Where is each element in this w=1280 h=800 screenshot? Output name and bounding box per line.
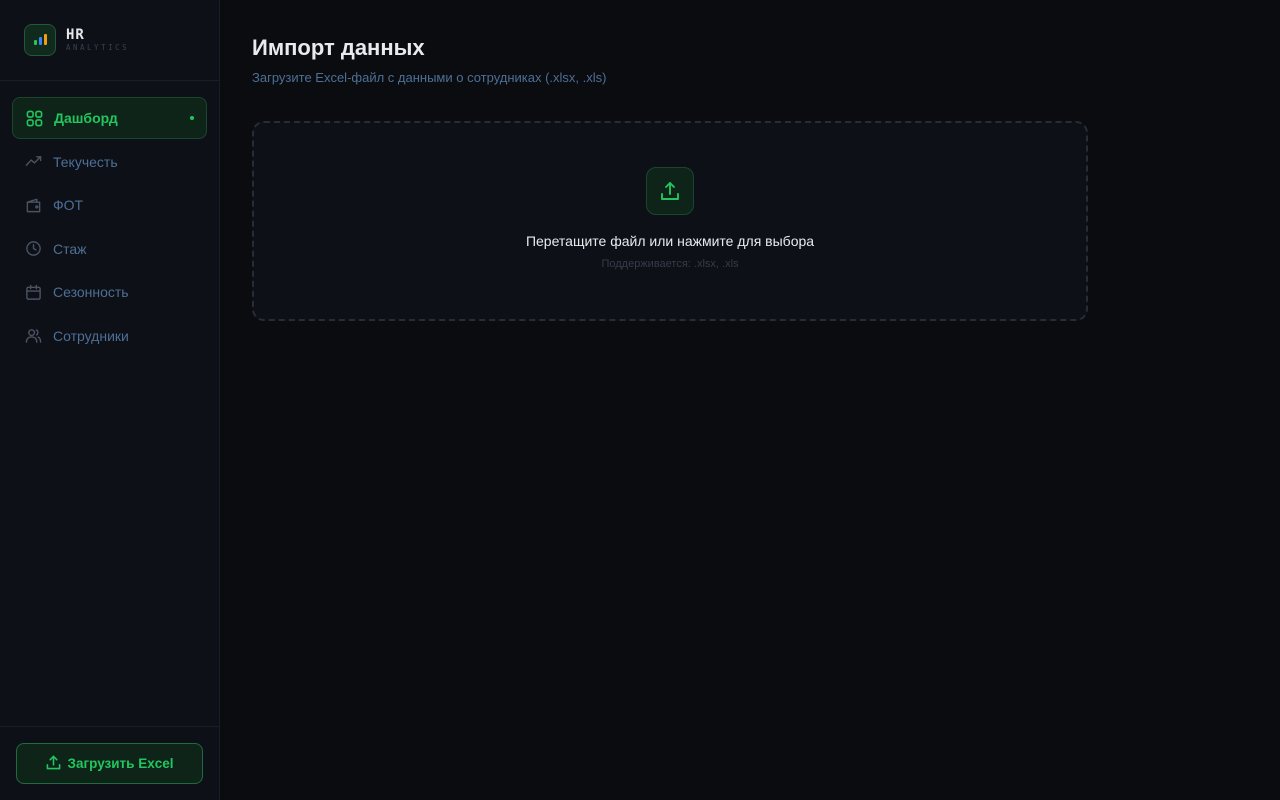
active-indicator bbox=[190, 116, 194, 120]
clock-icon bbox=[24, 240, 42, 258]
upload-excel-button[interactable]: Загрузить Excel bbox=[16, 743, 203, 784]
upload-excel-label: Загрузить Excel bbox=[67, 756, 174, 771]
brand-title: HR bbox=[66, 27, 85, 43]
sidebar-item-label: Стаж bbox=[53, 240, 87, 257]
sidebar-item-label: ФОТ bbox=[53, 197, 84, 213]
grid-icon bbox=[25, 109, 43, 127]
sidebar-item-dashboard[interactable]: Дашборд bbox=[12, 97, 207, 139]
wallet-icon bbox=[24, 196, 42, 214]
sidebar-item-label: Сотрудники bbox=[53, 327, 129, 344]
sidebar-item-label: Текучесть bbox=[53, 153, 118, 170]
sidebar-nav: Дашборд Текучесть ФОТ Стаж Сезонность Со… bbox=[0, 81, 219, 357]
sidebar-footer: Загрузить Excel bbox=[0, 726, 219, 800]
sidebar-item-turnover[interactable]: Текучесть bbox=[12, 141, 207, 183]
dropzone-hint: Поддерживается: .xlsx, .xls bbox=[601, 258, 739, 270]
page-subtitle: Загрузите Excel-файл с данными о сотрудн… bbox=[252, 70, 607, 85]
page-title: Импорт данных bbox=[252, 35, 425, 60]
sidebar-item-label: Дашборд bbox=[54, 110, 118, 126]
main-content: Импорт данных Загрузите Excel-файл с дан… bbox=[252, 34, 607, 85]
sidebar-item-payroll[interactable]: ФОТ bbox=[12, 184, 207, 226]
sidebar: HR ANALYTICS Дашборд Текучесть ФОТ Стаж … bbox=[0, 0, 220, 800]
brand: HR ANALYTICS bbox=[0, 0, 219, 81]
chart-bars-icon bbox=[24, 24, 56, 56]
trending-icon bbox=[24, 153, 42, 171]
dropzone-title: Перетащите файл или нажмите для выбора bbox=[525, 233, 815, 249]
sidebar-item-tenure[interactable]: Стаж bbox=[12, 228, 207, 270]
sidebar-item-seasonality[interactable]: Сезонность bbox=[12, 271, 207, 313]
brand-subtitle: ANALYTICS bbox=[66, 43, 130, 52]
upload-icon bbox=[46, 755, 61, 773]
sidebar-item-employees[interactable]: Сотрудники bbox=[12, 315, 207, 357]
users-icon bbox=[24, 327, 42, 345]
file-dropzone[interactable]: Перетащите файл или нажмите для выбора П… bbox=[252, 121, 1088, 321]
calendar-icon bbox=[24, 283, 42, 301]
upload-icon bbox=[646, 167, 694, 215]
sidebar-item-label: Сезонность bbox=[53, 284, 129, 300]
